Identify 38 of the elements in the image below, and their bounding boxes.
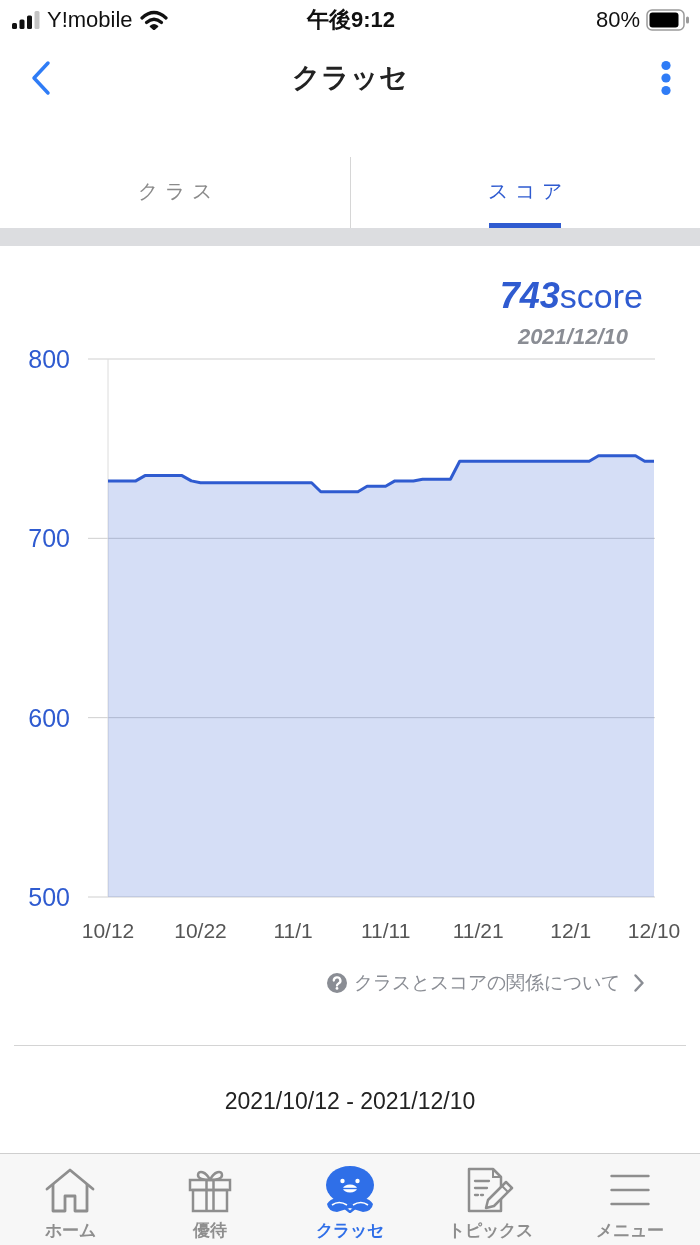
tab-bar-item[interactable]: トピックス <box>420 1154 560 1245</box>
x-axis-label: 11/1 <box>273 918 313 942</box>
x-axis-label: 10/22 <box>174 918 227 942</box>
mascot-icon <box>323 1165 377 1213</box>
battery-percent: 80% <box>595 7 640 33</box>
menu-icon <box>610 1173 650 1207</box>
back-icon <box>30 59 52 96</box>
score-date: 2021/12/10 <box>517 324 628 349</box>
document-pencil-icon <box>466 1167 514 1213</box>
back-button[interactable] <box>30 59 52 96</box>
y-axis-label: 700 <box>28 524 70 553</box>
help-icon <box>327 973 347 993</box>
tab-bar-item[interactable]: クラッセ <box>280 1154 420 1245</box>
tab-bar-item[interactable]: 優待 <box>140 1154 280 1245</box>
more-icon <box>660 59 672 96</box>
help-link[interactable]: クラスとスコアの関係について <box>327 968 645 998</box>
more-button[interactable] <box>660 59 672 96</box>
date-range: 2021/10/12 - 2021/12/10 <box>224 1088 476 1114</box>
y-axis-label: 500 <box>28 883 70 911</box>
x-axis-label: 11/11 <box>360 918 411 942</box>
x-axis-label: 11/21 <box>452 918 504 942</box>
house-icon <box>44 1167 96 1213</box>
chevron-right-icon <box>633 973 645 993</box>
carrier-name: Y!mobile <box>47 7 133 33</box>
y-axis-label: 600 <box>28 703 70 732</box>
screen-title: クラッセ <box>292 60 408 95</box>
tab-bar-item[interactable]: メニュー <box>560 1154 700 1245</box>
signal-icon <box>12 11 40 29</box>
tab-bar-item[interactable]: ホーム <box>0 1154 140 1245</box>
x-axis-label: 12/10 <box>627 918 681 942</box>
y-axis-label: 800 <box>28 345 70 373</box>
x-axis-label: 10/12 <box>81 918 135 942</box>
status-time: 午後9:12 <box>306 7 395 33</box>
score-value: 743 <box>499 275 560 316</box>
battery-icon <box>646 9 690 31</box>
score-unit: score <box>559 277 643 315</box>
wifi-icon <box>139 10 168 30</box>
x-axis-label: 12/1 <box>550 918 592 942</box>
